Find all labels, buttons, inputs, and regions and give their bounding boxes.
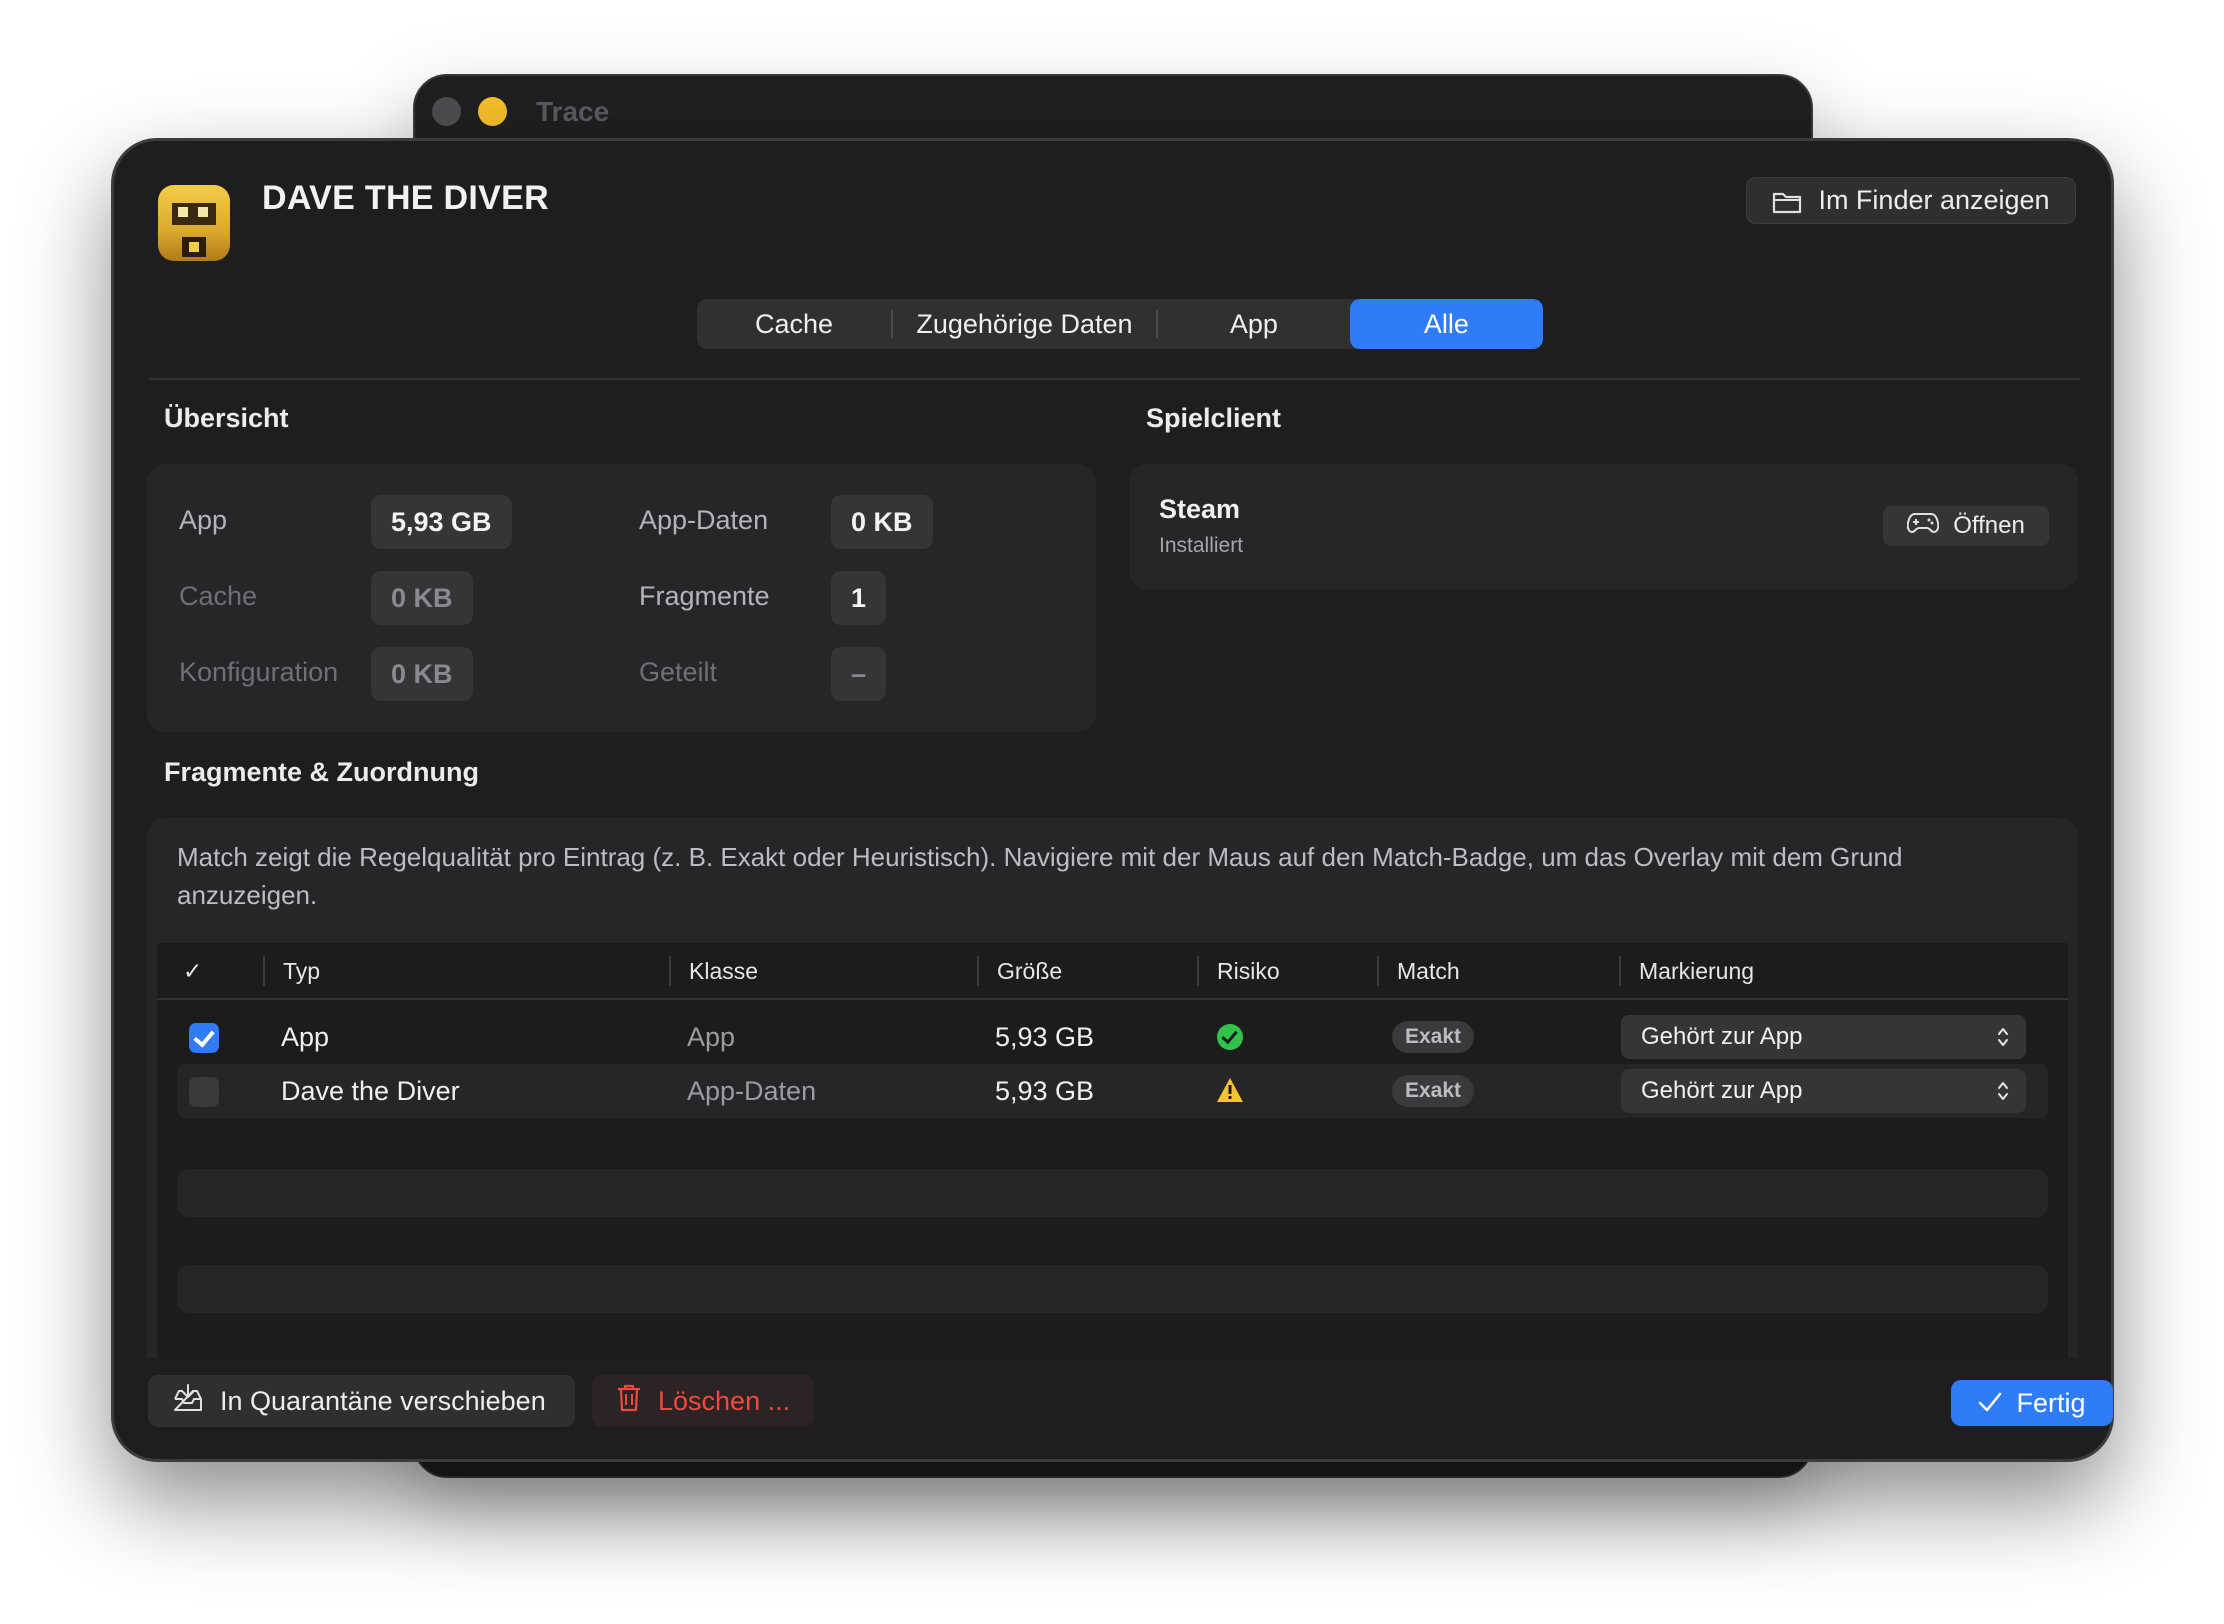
quarantine-button[interactable]: In Quarantäne verschieben <box>148 1375 575 1427</box>
folder-icon <box>1772 190 1802 213</box>
client-name: Steam <box>1159 494 1241 524</box>
header-divider <box>149 378 2080 380</box>
tab-zugehoerige-daten[interactable]: Zugehörige Daten <box>893 299 1156 349</box>
overview-label-app: App <box>179 505 228 535</box>
row-typ: Dave the Diver <box>281 1076 460 1106</box>
tab-cache[interactable]: Cache <box>697 299 891 349</box>
markierung-select[interactable]: Gehört zur App <box>1621 1069 2026 1113</box>
column-separator <box>263 956 265 986</box>
delete-button[interactable]: Löschen ... <box>592 1375 814 1427</box>
overview-label-app-daten: App-Daten <box>639 505 769 535</box>
match-badge[interactable]: Exakt <box>1392 1075 1475 1107</box>
column-header-match[interactable]: Match <box>1397 958 1460 985</box>
match-badge[interactable]: Exakt <box>1392 1021 1475 1053</box>
overview-value-fragmente: 1 <box>831 571 887 625</box>
overview-title: Übersicht <box>164 403 289 433</box>
row-checkbox[interactable] <box>189 1077 219 1107</box>
chevron-updown-icon <box>1998 1028 2008 1046</box>
markierung-select-value: Gehört zur App <box>1641 1077 1803 1104</box>
category-segmented-control: Cache Zugehörige Daten App Alle <box>697 299 1543 349</box>
fragments-table: ✓ Typ Klasse Größe Risiko Match Markieru… <box>157 943 2068 1358</box>
open-client-label: Öffnen <box>1953 512 2025 539</box>
client-card: Steam Installiert Öffnen <box>1129 464 2078 589</box>
tab-alle[interactable]: Alle <box>1349 299 1543 349</box>
close-window-button[interactable] <box>432 97 461 126</box>
markierung-select-value: Gehört zur App <box>1641 1023 1803 1050</box>
quarantine-label: In Quarantäne verschieben <box>220 1385 546 1416</box>
risk-ok-icon <box>1217 1024 1243 1050</box>
overview-value-cache: 0 KB <box>371 571 473 625</box>
tray-download-icon <box>172 1383 204 1420</box>
fragments-panel: Match zeigt die Regelqualität pro Eintra… <box>147 818 2078 1358</box>
gamecontroller-icon <box>1906 512 1940 541</box>
client-status: Installiert <box>1159 534 1244 557</box>
app-icon <box>158 185 230 261</box>
table-row[interactable]: App App 5,93 GB Exakt Gehört zur App <box>177 1010 2048 1064</box>
overview-value-konfiguration: 0 KB <box>371 647 473 701</box>
column-header-select[interactable]: ✓ <box>183 958 202 985</box>
done-button[interactable]: Fertig <box>1951 1380 2113 1426</box>
row-groesse: 5,93 GB <box>995 1022 1095 1052</box>
client-title: Spielclient <box>1146 403 1282 433</box>
show-in-finder-label: Im Finder anzeigen <box>1818 185 2050 215</box>
column-header-typ[interactable]: Typ <box>283 958 320 985</box>
tab-app[interactable]: App <box>1158 299 1350 349</box>
row-typ: App <box>281 1022 330 1052</box>
open-client-button[interactable]: Öffnen <box>1883 506 2049 546</box>
chevron-updown-icon <box>1998 1082 2008 1100</box>
table-header: ✓ Typ Klasse Größe Risiko Match Markieru… <box>157 943 2068 1000</box>
done-label: Fertig <box>2016 1387 2086 1418</box>
empty-row-placeholder <box>177 1169 2048 1217</box>
overview-label-cache: Cache <box>179 581 258 611</box>
app-title: DAVE THE DIVER <box>262 179 549 217</box>
overview-panel: App 5,93 GB App-Daten 0 KB Cache 0 KB Fr… <box>147 464 1096 732</box>
column-separator <box>1377 956 1379 986</box>
checkmark-icon <box>1978 1388 2002 1419</box>
overview-value-app: 5,93 GB <box>371 495 512 549</box>
overview-label-konfiguration: Konfiguration <box>179 657 339 687</box>
overview-value-geteilt: – <box>831 647 887 701</box>
delete-label: Löschen ... <box>658 1385 791 1416</box>
trash-icon <box>616 1383 642 1420</box>
row-groesse: 5,93 GB <box>995 1076 1095 1106</box>
row-klasse: App-Daten <box>687 1076 817 1106</box>
column-header-klasse[interactable]: Klasse <box>689 958 758 985</box>
overview-label-fragmente: Fragmente <box>639 581 770 611</box>
column-header-markierung[interactable]: Markierung <box>1639 958 1754 985</box>
fragments-description: Match zeigt die Regelqualität pro Eintra… <box>177 842 1903 910</box>
fragments-title: Fragmente & Zuordnung <box>164 757 479 787</box>
table-row[interactable]: Dave the Diver App-Daten 5,93 GB Exakt G… <box>177 1064 2048 1118</box>
show-in-finder-button[interactable]: Im Finder anzeigen <box>1746 177 2076 224</box>
column-separator <box>1197 956 1199 986</box>
column-separator <box>669 956 671 986</box>
column-header-groesse[interactable]: Größe <box>997 958 1062 985</box>
empty-row-placeholder <box>177 1265 2048 1313</box>
overview-label-geteilt: Geteilt <box>639 657 718 687</box>
minimize-window-button[interactable] <box>478 97 507 126</box>
column-separator <box>977 956 979 986</box>
row-klasse: App <box>687 1022 736 1052</box>
background-window-title: Trace <box>536 96 610 127</box>
overview-value-app-daten: 0 KB <box>831 495 933 549</box>
markierung-select[interactable]: Gehört zur App <box>1621 1015 2026 1059</box>
column-separator <box>1619 956 1621 986</box>
row-checkbox[interactable] <box>189 1023 219 1053</box>
column-header-risiko[interactable]: Risiko <box>1217 958 1280 985</box>
warning-icon <box>1217 1078 1243 1102</box>
